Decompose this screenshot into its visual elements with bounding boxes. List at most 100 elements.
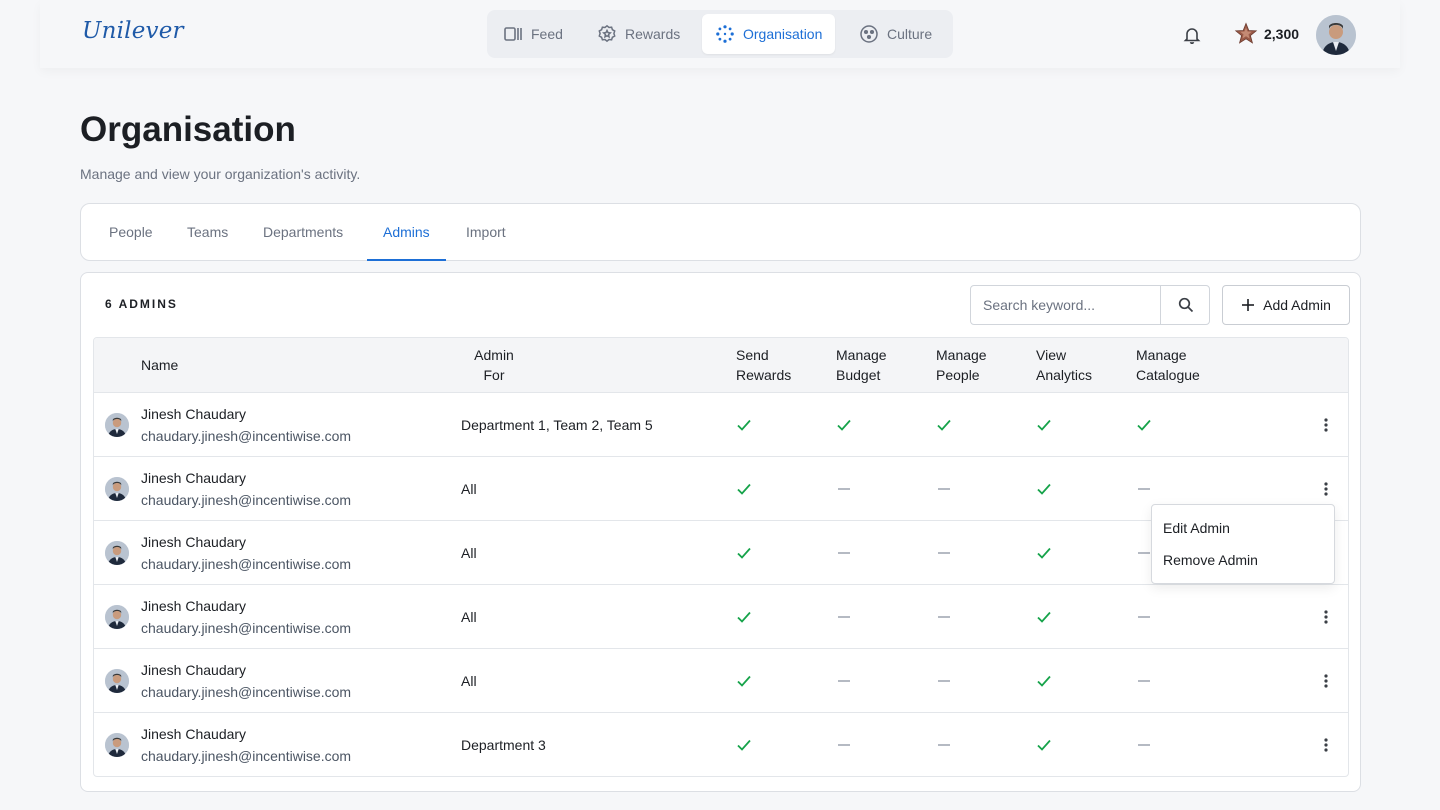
manage-budget-dash-icon (838, 488, 850, 490)
col-label: People (936, 367, 980, 383)
admin-email: chaudary.jinesh@incentiwise.com (141, 556, 352, 572)
view-analytics-check-icon (1037, 675, 1051, 687)
manage-people-dash-icon (938, 680, 950, 682)
table-row: Jinesh Chaudary chaudary.jinesh@incentiwi… (94, 649, 1348, 713)
send-rewards-check-icon (737, 739, 751, 751)
search-box (970, 285, 1210, 325)
more-options-icon[interactable] (1318, 737, 1334, 753)
col-name[interactable]: Name (141, 355, 178, 375)
send-rewards-check-icon (737, 675, 751, 687)
admin-for: All (461, 609, 477, 625)
admin-name: Jinesh Chaudary (141, 662, 247, 678)
brand-logo[interactable]: Unilever (82, 18, 184, 44)
admin-photo-icon (105, 541, 129, 565)
manage-people-dash-icon (938, 552, 950, 554)
admin-for: Department 3 (461, 737, 546, 753)
more-options-icon[interactable] (1318, 609, 1334, 625)
admin-photo-icon (105, 605, 129, 629)
admin-email: chaudary.jinesh@incentiwise.com (141, 428, 352, 444)
rewards-icon (598, 24, 616, 43)
manage-people-check-icon (937, 419, 951, 431)
col-manage-catalogue[interactable]: Manage Catalogue (1136, 345, 1200, 385)
admin-photo-icon (105, 477, 129, 501)
tab-teams[interactable]: Teams (171, 204, 244, 261)
remove-admin-menu-item[interactable]: Remove Admin (1163, 552, 1258, 568)
admin-for: All (461, 545, 477, 561)
tab-import[interactable]: Import (450, 204, 522, 261)
tab-departments[interactable]: Departments (247, 204, 359, 261)
nav-label: Feed (531, 26, 563, 42)
organisation-icon (716, 25, 734, 43)
admin-photo-icon (105, 733, 129, 757)
points-balance[interactable]: 2,300 (1234, 22, 1299, 46)
search-button[interactable] (1160, 286, 1210, 324)
row-action-menu: Edit Admin Remove Admin (1151, 504, 1335, 584)
feed-icon (504, 27, 522, 41)
page-subtitle: Manage and view your organization's acti… (80, 166, 361, 182)
admin-avatar (105, 733, 129, 757)
more-options-icon[interactable] (1318, 417, 1334, 433)
col-label: Manage (1136, 347, 1187, 363)
col-send-rewards[interactable]: Send Rewards (736, 345, 791, 385)
col-manage-budget[interactable]: Manage Budget (836, 345, 887, 385)
admin-avatar (105, 669, 129, 693)
nav-label: Organisation (743, 26, 823, 42)
col-admin-for[interactable]: Admin For (462, 345, 526, 385)
tab-people[interactable]: People (93, 204, 169, 261)
user-photo-icon (1316, 15, 1356, 55)
manage-budget-dash-icon (838, 680, 850, 682)
col-view-analytics[interactable]: View Analytics (1036, 345, 1092, 385)
manage-catalogue-dash-icon (1138, 616, 1150, 618)
admin-name: Jinesh Chaudary (141, 470, 247, 486)
page-title: Organisation (80, 110, 296, 149)
admin-name: Jinesh Chaudary (141, 534, 247, 550)
view-analytics-check-icon (1037, 483, 1051, 495)
admin-photo-icon (105, 413, 129, 437)
admin-photo-icon (105, 669, 129, 693)
search-icon (1178, 297, 1193, 313)
user-avatar[interactable] (1316, 15, 1356, 55)
admin-for: All (461, 481, 477, 497)
tab-admins[interactable]: Admins (367, 204, 446, 261)
col-label: Analytics (1036, 367, 1093, 383)
admin-email: chaudary.jinesh@incentiwise.com (141, 748, 352, 764)
nav-item-rewards[interactable]: Rewards (584, 14, 693, 54)
col-label: Catalogue (1136, 367, 1200, 383)
table-row: Jinesh Chaudary chaudary.jinesh@incentiwi… (94, 393, 1348, 457)
view-analytics-check-icon (1037, 739, 1051, 751)
view-analytics-check-icon (1037, 547, 1051, 559)
more-options-icon[interactable] (1318, 481, 1334, 497)
send-rewards-check-icon (737, 611, 751, 623)
admin-name: Jinesh Chaudary (141, 598, 247, 614)
col-manage-people[interactable]: Manage People (936, 345, 987, 385)
col-label: Manage (836, 347, 887, 363)
manage-budget-dash-icon (838, 744, 850, 746)
nav-item-organisation[interactable]: Organisation (702, 14, 836, 54)
admin-name: Jinesh Chaudary (141, 726, 247, 742)
manage-people-dash-icon (938, 744, 950, 746)
manage-budget-check-icon (837, 419, 851, 431)
manage-catalogue-check-icon (1137, 419, 1151, 431)
nav-item-culture[interactable]: Culture (846, 14, 945, 54)
more-options-icon[interactable] (1318, 673, 1334, 689)
admin-avatar (105, 605, 129, 629)
admin-email: chaudary.jinesh@incentiwise.com (141, 684, 352, 700)
notification-bell-icon[interactable] (1182, 25, 1202, 45)
edit-admin-menu-item[interactable]: Edit Admin (1163, 520, 1230, 536)
nav-item-feed[interactable]: Feed (490, 14, 576, 54)
search-input[interactable] (971, 286, 1161, 324)
admin-avatar (105, 541, 129, 565)
table-row: Jinesh Chaudary chaudary.jinesh@incentiwi… (94, 713, 1348, 776)
manage-catalogue-dash-icon (1138, 488, 1150, 490)
col-label: View (1036, 347, 1067, 363)
plus-icon (1242, 299, 1255, 311)
view-analytics-check-icon (1037, 611, 1051, 623)
admin-name: Jinesh Chaudary (141, 406, 247, 422)
col-label: Manage (936, 347, 987, 363)
manage-catalogue-dash-icon (1138, 552, 1150, 554)
admin-avatar (105, 477, 129, 501)
send-rewards-check-icon (737, 547, 751, 559)
points-value: 2,300 (1264, 26, 1300, 42)
add-admin-button[interactable]: Add Admin (1222, 285, 1350, 325)
manage-catalogue-dash-icon (1138, 680, 1150, 682)
